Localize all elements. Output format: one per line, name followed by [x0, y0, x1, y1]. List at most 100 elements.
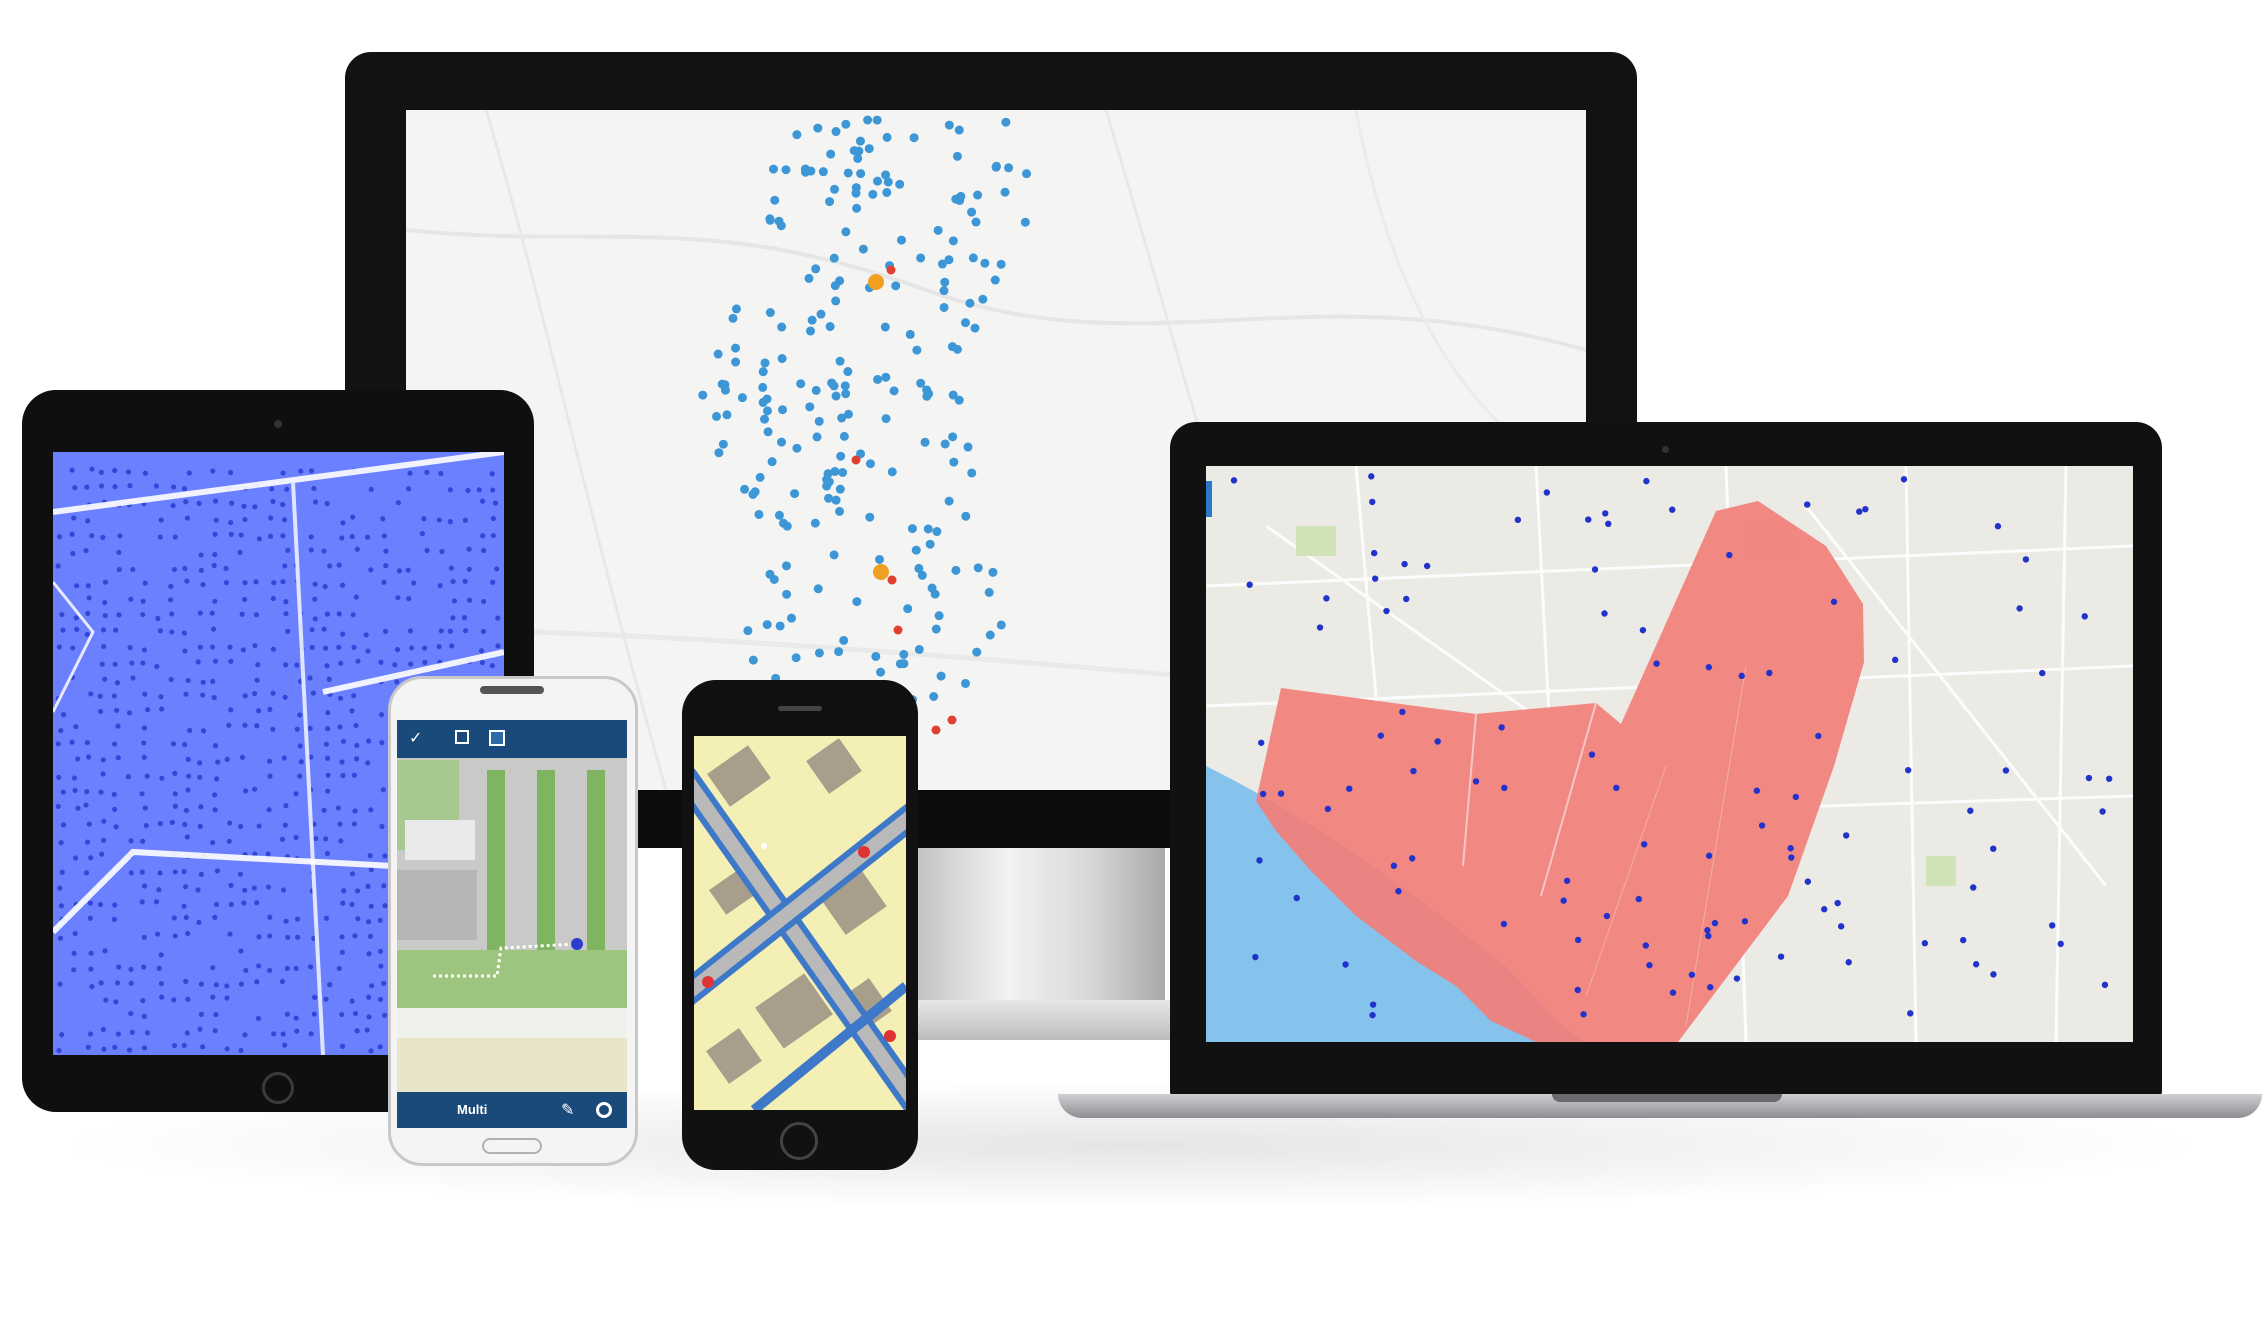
- incident-point: [1711, 919, 1719, 927]
- address-point: [226, 722, 232, 728]
- address-point: [321, 626, 327, 632]
- map-point: [840, 381, 850, 391]
- map-point: [841, 389, 851, 399]
- address-point: [447, 628, 453, 634]
- address-point: [282, 822, 288, 828]
- address-point: [185, 756, 191, 762]
- incident-point: [1580, 1011, 1587, 1018]
- address-point: [253, 579, 259, 585]
- address-point: [254, 677, 260, 683]
- tablet-home-button[interactable]: [262, 1072, 294, 1104]
- address-point: [466, 566, 472, 572]
- map-point: [827, 378, 837, 388]
- edit-square-icon[interactable]: [489, 730, 505, 746]
- map-point: [895, 179, 905, 189]
- address-point: [377, 996, 384, 1003]
- map-point: [737, 393, 747, 403]
- address-point: [241, 900, 247, 906]
- map-point: [762, 406, 772, 416]
- address-point: [284, 965, 290, 972]
- map-point: [755, 472, 765, 482]
- address-point: [494, 566, 500, 572]
- pencil-icon[interactable]: ✎: [561, 1100, 574, 1119]
- incident-point: [2099, 808, 2106, 815]
- address-point: [157, 820, 163, 827]
- address-point: [242, 580, 248, 586]
- iphone-speaker: [778, 706, 822, 711]
- address-point: [490, 515, 497, 522]
- address-point: [184, 1030, 190, 1036]
- address-point: [102, 599, 108, 606]
- address-point: [57, 935, 64, 941]
- address-point: [436, 643, 442, 650]
- address-point: [284, 1011, 290, 1017]
- address-point: [251, 690, 258, 697]
- address-point: [210, 965, 216, 971]
- address-point: [228, 882, 234, 888]
- address-point: [139, 869, 145, 875]
- laptop-map[interactable]: [1206, 466, 2133, 1042]
- address-point: [228, 901, 234, 907]
- address-point: [112, 484, 118, 490]
- address-point: [56, 774, 62, 780]
- map-point: [841, 119, 851, 129]
- address-point: [252, 786, 258, 792]
- map-point: [881, 372, 891, 382]
- map-point: [790, 489, 800, 499]
- address-point: [307, 725, 313, 731]
- map-point: [882, 187, 892, 197]
- address-point: [312, 616, 318, 622]
- address-point: [214, 776, 220, 782]
- address-point: [436, 517, 442, 523]
- incident-point: [1601, 610, 1608, 617]
- map-point: [891, 281, 901, 291]
- address-point: [267, 933, 273, 939]
- address-point: [212, 743, 219, 749]
- check-icon[interactable]: ✓: [409, 728, 422, 747]
- incident-point: [1705, 932, 1712, 940]
- iphone-map[interactable]: [694, 736, 906, 1110]
- address-point: [256, 536, 263, 542]
- address-point: [129, 1029, 135, 1035]
- map-point-alert: [887, 575, 897, 585]
- multi-button[interactable]: Multi: [457, 1102, 487, 1117]
- address-point: [256, 934, 262, 940]
- address-point: [228, 707, 234, 713]
- list-icon[interactable]: [455, 730, 469, 744]
- incident-point: [1395, 888, 1402, 895]
- address-point: [114, 680, 121, 686]
- iphone-map-screen[interactable]: [694, 736, 906, 1110]
- address-point: [323, 996, 329, 1002]
- address-point: [58, 840, 64, 846]
- address-point: [378, 659, 384, 665]
- address-point: [56, 1047, 62, 1054]
- address-point: [294, 662, 300, 668]
- incident-point: [1738, 672, 1745, 680]
- incident-point: [2057, 940, 2064, 948]
- address-point: [99, 851, 105, 857]
- android-home-button[interactable]: [482, 1138, 542, 1154]
- incident-point: [1500, 920, 1508, 928]
- android-map-screen[interactable]: [397, 720, 627, 1128]
- iphone-home-button[interactable]: [780, 1122, 818, 1160]
- address-point: [126, 710, 133, 716]
- address-point: [140, 598, 146, 604]
- laptop-map-screen[interactable]: [1206, 466, 2133, 1042]
- address-point: [383, 563, 389, 569]
- locate-icon[interactable]: [596, 1102, 612, 1118]
- address-point: [130, 566, 136, 573]
- address-point: [141, 1045, 148, 1051]
- address-point: [185, 930, 191, 937]
- address-point: [339, 1043, 346, 1049]
- android-map[interactable]: [397, 720, 627, 1128]
- map-point: [940, 277, 950, 287]
- address-point: [100, 1026, 106, 1033]
- address-point: [396, 568, 402, 574]
- map-point: [831, 127, 841, 137]
- address-point: [280, 1031, 286, 1037]
- map-point: [698, 390, 708, 400]
- address-point: [172, 869, 178, 875]
- address-point: [340, 631, 346, 637]
- map-point: [922, 391, 932, 401]
- address-point: [377, 917, 383, 923]
